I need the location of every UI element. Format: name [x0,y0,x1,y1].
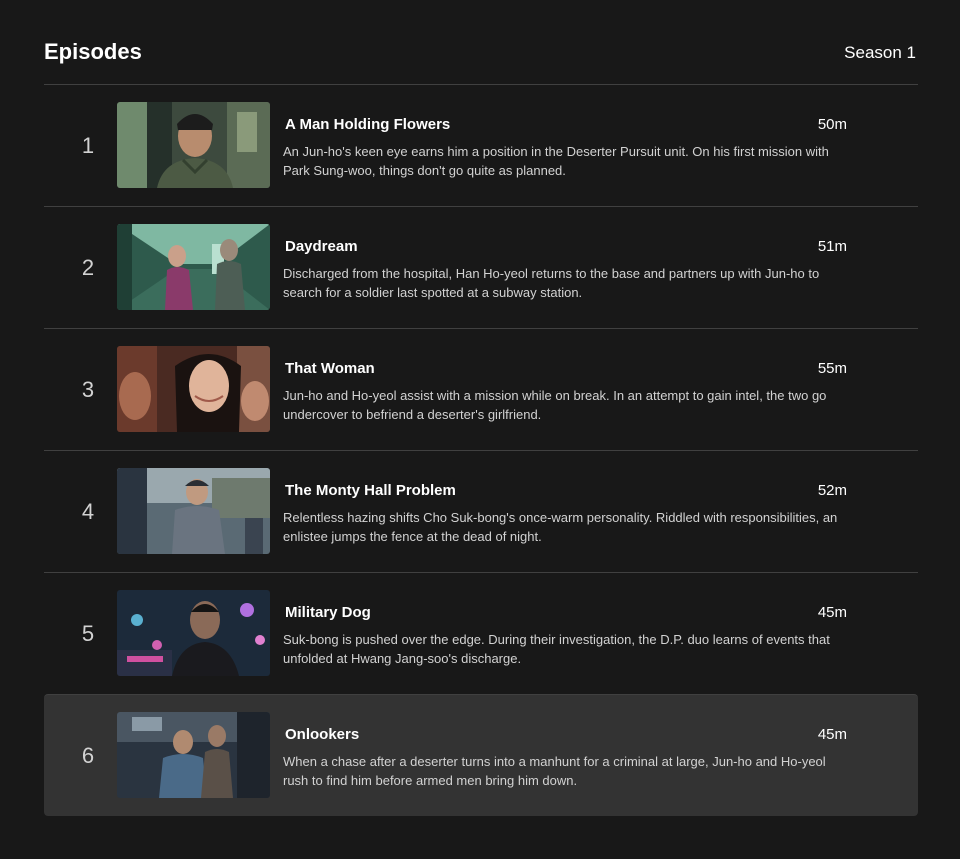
episode-duration: 45m [817,726,847,743]
episode-synopsis: Discharged from the hospital, Han Ho-yeo… [283,266,820,300]
episode-title: Military Dog [285,604,371,621]
episode-info: Military Dog 45m Suk-bong is pushed over… [283,603,847,668]
episode-duration: 52m [817,482,847,499]
episode-synopsis: When a chase after a deserter turns into… [283,754,826,788]
episode-title: That Woman [285,360,375,377]
episode-info: A Man Holding Flowers 50m An Jun-ho's ke… [283,115,847,180]
episode-title: Onlookers [285,726,360,743]
episode-title: The Monty Hall Problem [285,482,456,499]
episode-item[interactable]: 2 Daydream 51m Discharged from the hospi… [44,206,918,328]
episode-synopsis: Relentless hazing shifts Cho Suk-bong's … [283,510,838,544]
episode-item[interactable]: 3 That Woman 55m Jun-ho and Ho-yeol assi… [44,328,918,450]
episode-list: 1 A Man Holding Flowers 50m An Jun-ho's … [44,84,918,816]
episode-duration: 50m [817,116,847,133]
episode-info: The Monty Hall Problem 52m Relentless ha… [283,481,847,546]
episode-info: Onlookers 45m When a chase after a deser… [283,725,847,790]
episode-item[interactable]: 4 The Monty Hall Problem 52m Relentless … [44,450,918,572]
episode-title: A Man Holding Flowers [285,116,451,133]
episode-synopsis: Suk-bong is pushed over the edge. During… [283,632,830,666]
episode-thumbnail[interactable] [117,102,270,188]
episode-info: Daydream 51m Discharged from the hospita… [283,237,847,302]
season-selector[interactable]: Season 1 [844,42,916,64]
episodes-header: Episodes Season 1 [44,38,916,68]
episode-thumbnail[interactable] [117,712,270,798]
episode-item[interactable]: 5 Military Dog 45m Suk-bong is pushed ov… [44,572,918,694]
episode-thumbnail[interactable] [117,346,270,432]
episode-duration: 55m [817,360,847,377]
episode-info: That Woman 55m Jun-ho and Ho-yeol assist… [283,359,847,424]
episode-item[interactable]: 6 Onlookers 45m When a chase after a des… [44,694,918,816]
episode-duration: 45m [817,604,847,621]
episode-synopsis: An Jun-ho's keen eye earns him a positio… [283,144,829,178]
episode-item[interactable]: 1 A Man Holding Flowers 50m An Jun-ho's … [44,84,918,206]
episode-synopsis: Jun-ho and Ho-yeol assist with a mission… [283,388,827,422]
episode-thumbnail[interactable] [117,224,270,310]
episode-thumbnail[interactable] [117,590,270,676]
page-title: Episodes [44,39,142,64]
episode-title: Daydream [285,238,358,255]
episode-duration: 51m [817,238,847,255]
episode-thumbnail[interactable] [117,468,270,554]
